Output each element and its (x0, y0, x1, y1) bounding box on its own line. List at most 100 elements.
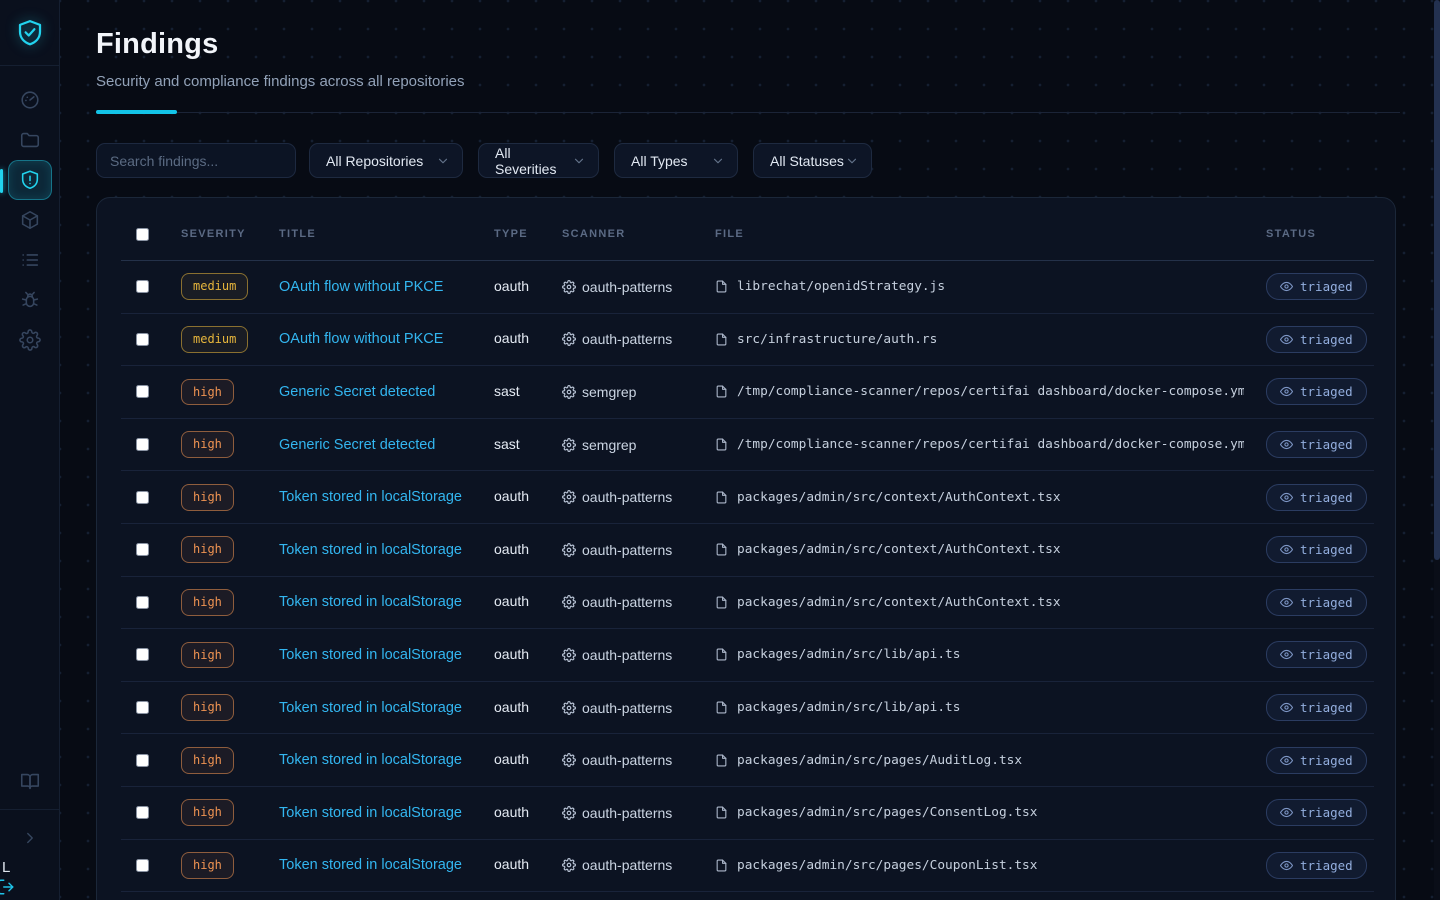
column-header-title: TITLE (279, 228, 494, 240)
finding-type: oauth (494, 488, 529, 504)
finding-title-link[interactable]: Token stored in localStorage (279, 489, 462, 505)
finding-title-link[interactable]: Token stored in localStorage (279, 647, 462, 663)
status-triaged-button[interactable]: triaged (1266, 273, 1367, 300)
sidebar-item-findings[interactable] (8, 160, 52, 200)
file-path: packages/admin/src/pages/AuditLog.tsx (737, 753, 1022, 768)
sidebar-item-repositories[interactable] (8, 120, 52, 160)
status-label: triaged (1300, 858, 1353, 873)
table-row: high Generic Secret detected sast semgre… (121, 366, 1374, 419)
sidebar-item-reports[interactable] (8, 240, 52, 280)
folder-icon (19, 129, 41, 151)
select-all-checkbox[interactable] (136, 228, 149, 241)
status-triaged-button[interactable]: triaged (1266, 799, 1367, 826)
sidebar-item-dashboard[interactable] (8, 80, 52, 120)
eye-icon (1280, 385, 1293, 398)
finding-title-link[interactable]: Token stored in localStorage (279, 857, 462, 873)
row-checkbox[interactable] (136, 859, 149, 872)
finding-title-link[interactable]: Generic Secret detected (279, 384, 435, 400)
row-checkbox[interactable] (136, 648, 149, 661)
scanner-name: oauth-patterns (582, 331, 672, 347)
table-body: medium OAuth flow without PKCE oauth oau… (121, 261, 1374, 900)
table-row: high Generic Secret detected sast semgre… (121, 419, 1374, 472)
row-checkbox[interactable] (136, 280, 149, 293)
finding-type: oauth (494, 804, 529, 820)
severity-badge: medium (181, 326, 248, 353)
finding-title-link[interactable]: Token stored in localStorage (279, 805, 462, 821)
eye-icon (1280, 333, 1293, 346)
column-header-severity: SEVERITY (167, 228, 279, 240)
severity-badge: high (181, 694, 234, 721)
sidebar-item-artifacts[interactable] (8, 200, 52, 240)
row-checkbox[interactable] (136, 754, 149, 767)
page-scrollbar-thumb[interactable] (1434, 0, 1440, 560)
types-dropdown[interactable]: All Types (614, 143, 738, 178)
status-label: triaged (1300, 753, 1353, 768)
status-triaged-button[interactable]: triaged (1266, 747, 1367, 774)
status-triaged-button[interactable]: triaged (1266, 326, 1367, 353)
statuses-dropdown-label: All Statuses (770, 153, 844, 169)
finding-title-link[interactable]: OAuth flow without PKCE (279, 279, 443, 295)
table-row: high Token stored in localStorage oauth … (121, 840, 1374, 893)
chevron-down-icon (436, 154, 450, 168)
severity-badge: high (181, 747, 234, 774)
finding-type: oauth (494, 646, 529, 662)
sidebar-item-settings[interactable] (8, 320, 52, 360)
file-icon (715, 595, 728, 610)
row-checkbox[interactable] (136, 438, 149, 451)
row-checkbox[interactable] (136, 333, 149, 346)
sidebar (0, 0, 60, 900)
finding-title-link[interactable]: Token stored in localStorage (279, 542, 462, 558)
status-triaged-button[interactable]: triaged (1266, 431, 1367, 458)
column-header-status: STATUS (1244, 228, 1374, 240)
file-path: librechat/openidStrategy.js (737, 279, 945, 294)
table-row: high Token stored in localStorage oauth … (121, 629, 1374, 682)
status-triaged-button[interactable]: triaged (1266, 852, 1367, 879)
finding-type: oauth (494, 856, 529, 872)
file-icon (715, 279, 728, 294)
status-label: triaged (1300, 332, 1353, 347)
severity-badge: high (181, 799, 234, 826)
logout-icon[interactable] (0, 878, 16, 896)
table-row: medium OAuth flow without PKCE oauth oau… (121, 261, 1374, 314)
eye-icon (1280, 648, 1293, 661)
page-scrollbar-track[interactable] (1434, 0, 1440, 900)
finding-title-link[interactable]: Token stored in localStorage (279, 700, 462, 716)
row-checkbox[interactable] (136, 385, 149, 398)
sidebar-item-docs[interactable] (8, 761, 52, 801)
severity-badge: high (181, 536, 234, 563)
status-triaged-button[interactable]: triaged (1266, 536, 1367, 563)
finding-title-link[interactable]: Token stored in localStorage (279, 752, 462, 768)
eye-icon (1280, 596, 1293, 609)
finding-title-link[interactable]: Token stored in localStorage (279, 594, 462, 610)
file-icon (715, 332, 728, 347)
status-triaged-button[interactable]: triaged (1266, 641, 1367, 668)
severity-badge: high (181, 379, 234, 406)
cog-icon (562, 438, 576, 452)
file-path: /tmp/compliance-scanner/repos/certifai d… (737, 384, 1244, 399)
severities-dropdown[interactable]: All Severities (478, 143, 599, 178)
status-triaged-button[interactable]: triaged (1266, 378, 1367, 405)
row-checkbox[interactable] (136, 543, 149, 556)
finding-title-link[interactable]: Generic Secret detected (279, 437, 435, 453)
sidebar-item-issues[interactable] (8, 280, 52, 320)
search-input[interactable] (96, 143, 296, 178)
file-icon (715, 437, 728, 452)
package-icon (19, 209, 41, 231)
severities-dropdown-label: All Severities (495, 145, 572, 177)
status-triaged-button[interactable]: triaged (1266, 694, 1367, 721)
finding-title-link[interactable]: OAuth flow without PKCE (279, 331, 443, 347)
row-checkbox[interactable] (136, 701, 149, 714)
cog-icon (562, 543, 576, 557)
repositories-dropdown[interactable]: All Repositories (309, 143, 463, 178)
sidebar-collapse-button[interactable] (8, 818, 52, 858)
row-checkbox[interactable] (136, 806, 149, 819)
table-row: high Token stored in localStorage oauth … (121, 787, 1374, 840)
status-triaged-button[interactable]: triaged (1266, 484, 1367, 511)
app-logo[interactable] (0, 0, 59, 66)
statuses-dropdown[interactable]: All Statuses (753, 143, 872, 178)
shield-alert-icon (19, 169, 41, 191)
row-checkbox[interactable] (136, 596, 149, 609)
row-checkbox[interactable] (136, 491, 149, 504)
scanner-name: oauth-patterns (582, 489, 672, 505)
status-triaged-button[interactable]: triaged (1266, 589, 1367, 616)
